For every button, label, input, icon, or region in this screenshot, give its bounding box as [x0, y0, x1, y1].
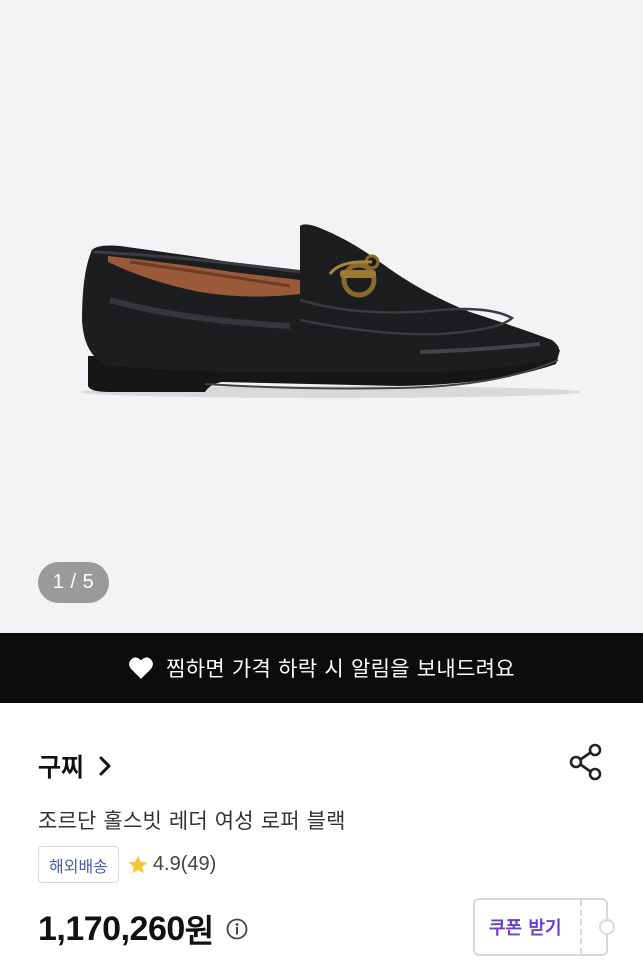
overseas-shipping-badge: 해외배송	[38, 846, 119, 883]
product-image-gallery[interactable]: 1 / 5	[0, 0, 643, 633]
brand-link[interactable]: 구찌	[38, 748, 112, 784]
wishlist-banner[interactable]: 찜하면 가격 하락 시 알림을 보내드려요	[0, 633, 643, 703]
image-page-indicator: 1 / 5	[38, 562, 109, 603]
brand-name: 구찌	[38, 753, 85, 782]
product-price: 1,170,260	[38, 909, 185, 948]
share-icon[interactable]	[567, 742, 605, 782]
coupon-button-label: 쿠폰 받기	[489, 918, 562, 939]
price-row: 1,170,260 원	[38, 906, 248, 952]
heart-icon	[129, 657, 154, 679]
info-icon[interactable]	[226, 918, 248, 940]
star-icon	[128, 855, 148, 873]
coupon-ticket-notch	[599, 919, 615, 935]
product-rating[interactable]: 4.9(49)	[153, 853, 216, 876]
product-image	[80, 224, 580, 398]
product-title: 조르단 홀스빗 레더 여성 로퍼 블랙	[38, 809, 346, 833]
badge-row: 해외배송 4.9(49)	[38, 846, 216, 883]
wishlist-banner-text: 찜하면 가격 하락 시 알림을 보내드려요	[166, 657, 515, 681]
coupon-button[interactable]: 쿠폰 받기	[473, 898, 615, 956]
chevron-right-icon	[99, 756, 111, 776]
price-currency-unit: 원	[184, 912, 215, 950]
